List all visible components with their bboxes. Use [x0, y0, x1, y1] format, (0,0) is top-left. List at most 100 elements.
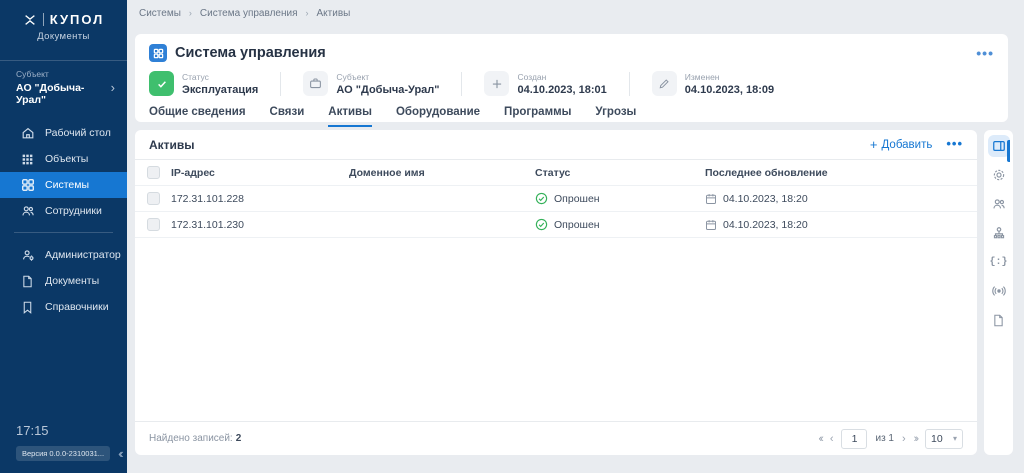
chevron-right-icon: › — [111, 81, 115, 94]
tab-threats[interactable]: Угрозы — [595, 106, 636, 127]
sidebar-nav: Рабочий стол Объекты Системы Сотрудники — [0, 120, 127, 320]
breadcrumb-control-system[interactable]: Система управления — [200, 8, 298, 19]
table-header-row: IP-адрес Доменное имя Статус Последнее о… — [135, 160, 977, 186]
first-page-icon[interactable]: ‹‹ — [818, 433, 821, 445]
sidebar-item-label: Рабочий стол — [45, 127, 111, 139]
sidebar-item-label: Сотрудники — [45, 205, 102, 217]
status-value: Эксплуатация — [182, 84, 258, 96]
system-header-card: Система управления ••• Статус Эксплуатац… — [135, 34, 1008, 122]
ip-cell: 172.31.101.230 — [171, 219, 349, 231]
tab-links[interactable]: Связи — [270, 106, 305, 127]
records-found: Найдено записей:2 — [149, 433, 241, 444]
column-header-domain: Доменное имя — [349, 167, 535, 179]
meta-row: Статус Эксплуатация Субъект АО "Добыча-У… — [149, 71, 994, 96]
select-all-checkbox[interactable] — [147, 166, 160, 179]
chevron-down-icon: ▾ — [953, 434, 957, 443]
logo: КУПОЛ Документы — [0, 0, 127, 52]
row-checkbox[interactable] — [147, 192, 160, 205]
page-title: Система управления — [175, 45, 968, 61]
status-text: Опрошен — [554, 219, 600, 231]
code-braces-icon[interactable]: {:} — [988, 251, 1010, 273]
plus-icon — [484, 71, 509, 96]
chevron-right-icon: › — [189, 8, 192, 18]
collapse-sidebar-icon[interactable]: ‹‹ — [118, 446, 121, 461]
tab-general[interactable]: Общие сведения — [149, 106, 246, 127]
info-panel-icon[interactable] — [988, 135, 1010, 157]
column-header-updated: Последнее обновление — [705, 167, 977, 179]
divider — [629, 72, 630, 96]
breadcrumb-assets[interactable]: Активы — [317, 8, 351, 19]
home-icon — [20, 126, 35, 141]
table-row[interactable]: 172.31.101.230 Опрошен 04.10.2023, 18:20 — [135, 212, 977, 238]
created-value: 04.10.2023, 18:01 — [517, 84, 606, 96]
main-area: Системы › Система управления › Активы Си… — [127, 0, 1024, 473]
version-badge: Версия 0.0.0-2310031... — [16, 446, 110, 461]
page-size-select[interactable]: 10 ▾ — [925, 429, 963, 449]
modified-value: 04.10.2023, 18:09 — [685, 84, 774, 96]
subject-chip: Субъект АО "Добыча-Урал" — [303, 71, 439, 96]
kupol-logo-icon — [23, 13, 37, 27]
subject-value: АО "Добыча-Урал" — [16, 82, 111, 106]
admin-icon — [20, 248, 35, 263]
calendar-icon — [705, 193, 717, 205]
tab-equipment[interactable]: Оборудование — [396, 106, 480, 127]
people-icon — [20, 204, 35, 219]
modified-chip: Изменен 04.10.2023, 18:09 — [652, 71, 774, 96]
divider — [461, 72, 462, 96]
table-row[interactable]: 172.31.101.228 Опрошен 04.10.2023, 18:20 — [135, 186, 977, 212]
subject-selector[interactable]: Субъект АО "Добыча-Урал" › — [0, 61, 127, 116]
chip-label: Создан — [517, 72, 606, 82]
plus-icon: + — [870, 137, 878, 152]
clock: 17:15 — [16, 423, 127, 438]
sidebar: КУПОЛ Документы Субъект АО "Добыча-Урал"… — [0, 0, 127, 473]
sidebar-item-employees[interactable]: Сотрудники — [0, 198, 127, 224]
chip-label: Изменен — [685, 72, 774, 82]
broadcast-icon[interactable] — [988, 280, 1010, 302]
briefcase-icon — [303, 71, 328, 96]
sidebar-item-administrator[interactable]: Администратор — [0, 242, 127, 268]
nav-divider — [14, 232, 113, 242]
column-header-status: Статус — [535, 167, 705, 179]
prev-page-icon[interactable]: ‹ — [830, 433, 834, 445]
breadcrumb: Системы › Система управления › Активы — [127, 0, 1024, 26]
sidebar-item-label: Объекты — [45, 153, 88, 165]
sidebar-item-desktop[interactable]: Рабочий стол — [0, 120, 127, 146]
sidebar-item-documents[interactable]: Документы — [0, 268, 127, 294]
subject-label: Субъект — [16, 69, 111, 79]
tab-programs[interactable]: Программы — [504, 106, 571, 127]
sidebar-item-label: Администратор — [45, 249, 121, 261]
breadcrumb-systems[interactable]: Системы — [139, 8, 181, 19]
pagination: ‹‹ ‹ из 1 › ›› 10 ▾ — [818, 429, 963, 449]
status-check-icon — [535, 218, 548, 231]
status-text: Опрошен — [554, 193, 600, 205]
sidebar-item-systems[interactable]: Системы — [0, 172, 127, 198]
next-page-icon[interactable]: › — [902, 433, 906, 445]
add-asset-button[interactable]: + Добавить — [870, 137, 932, 152]
file-icon[interactable] — [988, 309, 1010, 331]
created-chip: Создан 04.10.2023, 18:01 — [484, 71, 606, 96]
people-icon[interactable] — [988, 193, 1010, 215]
records-count: 2 — [236, 433, 242, 444]
gear-icon[interactable] — [988, 164, 1010, 186]
sidebar-item-references[interactable]: Справочники — [0, 294, 127, 320]
section-more-icon[interactable]: ••• — [946, 141, 963, 148]
calendar-icon — [705, 219, 717, 231]
hierarchy-icon[interactable] — [988, 222, 1010, 244]
last-page-icon[interactable]: ›› — [914, 433, 917, 445]
sidebar-footer: 17:15 Версия 0.0.0-2310031... ‹‹ — [0, 423, 127, 473]
page-of-label: из 1 — [875, 433, 894, 444]
status-check-icon — [535, 192, 548, 205]
subject-chip-value: АО "Добыча-Урал" — [336, 84, 439, 96]
row-checkbox[interactable] — [147, 218, 160, 231]
sidebar-item-label: Справочники — [45, 301, 109, 313]
sidebar-item-objects[interactable]: Объекты — [0, 146, 127, 172]
squares-icon — [20, 178, 35, 193]
sidebar-item-label: Документы — [45, 275, 99, 287]
assets-card: Активы + Добавить ••• IP-адрес Доменное … — [135, 130, 977, 455]
page-number-input[interactable] — [841, 429, 867, 449]
grid-icon — [20, 152, 35, 167]
column-header-ip: IP-адрес — [171, 167, 349, 179]
right-toolbar: {:} — [984, 130, 1013, 455]
header-more-icon[interactable]: ••• — [976, 50, 994, 57]
tab-assets[interactable]: Активы — [328, 106, 372, 127]
